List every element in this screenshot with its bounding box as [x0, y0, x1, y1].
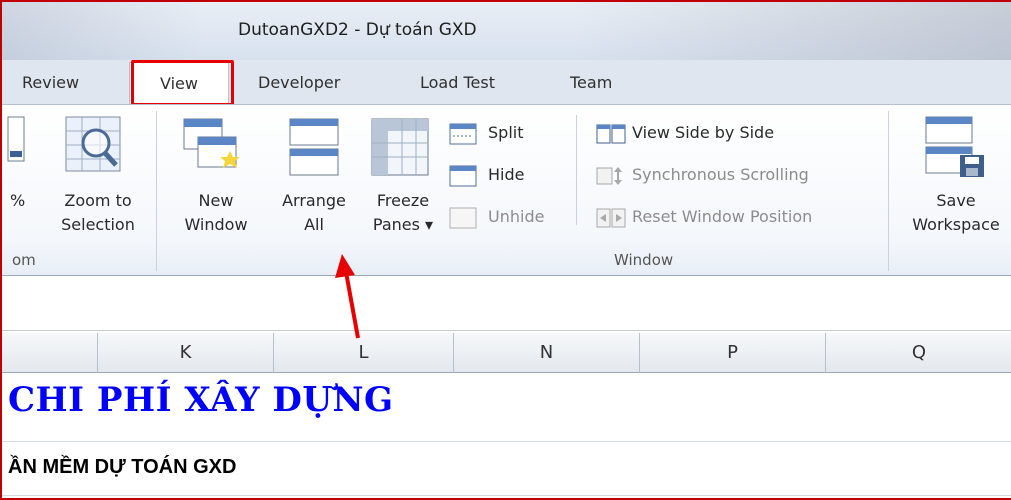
excel-window: DutoanGXD2 - Dự toán GXD Review View Dev… — [0, 0, 1011, 500]
annotation-arrow — [335, 254, 360, 339]
